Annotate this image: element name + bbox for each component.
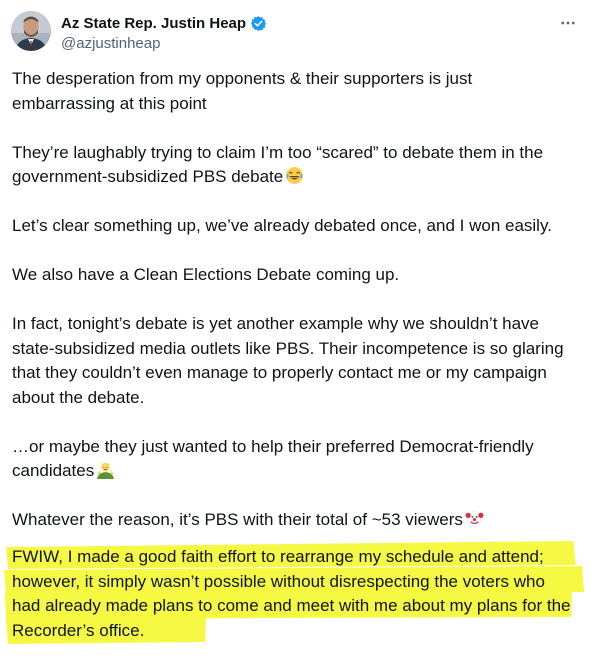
shrugging-man-emoji [96, 460, 115, 479]
handle[interactable]: @azjustinheap [61, 35, 267, 52]
laughing-tears-emoji [285, 166, 304, 185]
author-block: Az State Rep. Justin Heap @azjustinheap [61, 12, 267, 52]
avatar[interactable] [11, 11, 51, 51]
tweet: Az State Rep. Justin Heap @azjustinheap … [0, 0, 591, 657]
tweet-paragraph: …or maybe they just wanted to help their… [12, 436, 534, 481]
tweet-paragraph: They’re laughably trying to claim I’m to… [12, 142, 544, 187]
tweet-paragraph: We also have a Clean Elections Debate co… [12, 265, 400, 284]
clown-face-emoji [465, 509, 484, 528]
more-options-icon [561, 21, 575, 25]
tweet-paragraph: Let’s clear something up, we’ve already … [12, 216, 552, 235]
more-options-button[interactable] [557, 12, 579, 34]
highlighted-paragraph: FWIW, I made a good faith effort to rear… [12, 547, 571, 640]
tweet-paragraph: Whatever the reason, it’s PBS with their… [12, 508, 577, 533]
tweet-paragraph: The desperation from my opponents & thei… [12, 69, 473, 113]
verified-badge-icon [250, 15, 267, 32]
tweet-text: The desperation from my opponents & thei… [12, 67, 577, 557]
display-name[interactable]: Az State Rep. Justin Heap [61, 15, 246, 32]
tweet-paragraph: In fact, tonight’s debate is yet another… [12, 314, 564, 407]
name-row: Az State Rep. Justin Heap [61, 12, 267, 34]
